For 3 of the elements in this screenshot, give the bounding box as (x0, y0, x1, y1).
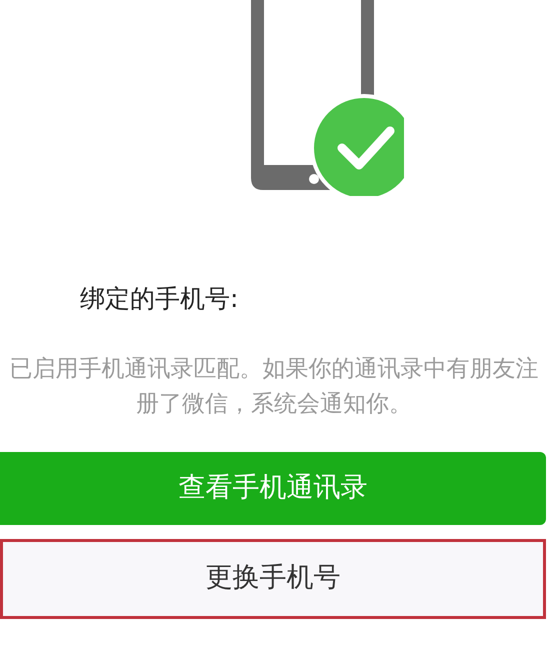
description-text: 已启用手机通讯录匹配。如果你的通讯录中有朋友注册了微信，系统会通知你。 (8, 354, 540, 418)
bound-phone-label: 绑定的手机号: (80, 284, 238, 313)
change-phone-button[interactable]: 更换手机号 (0, 538, 546, 618)
